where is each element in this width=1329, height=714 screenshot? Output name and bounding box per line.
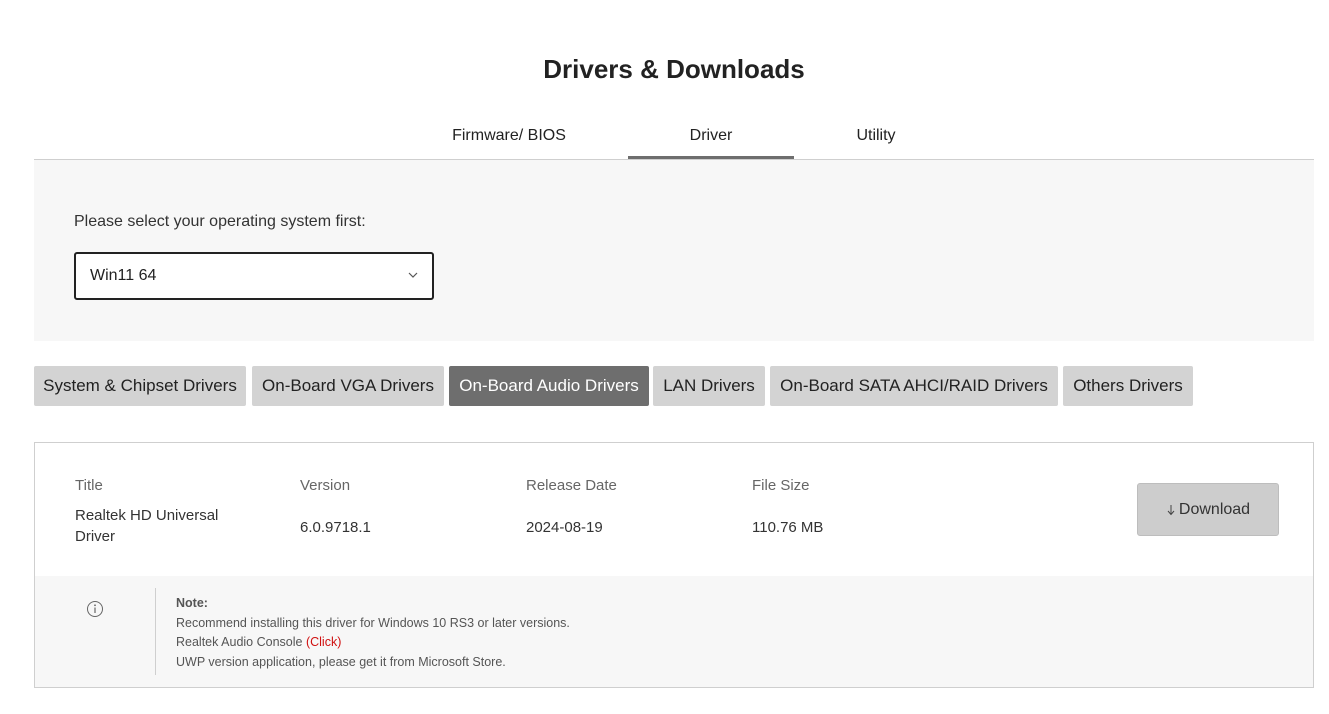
category-lan[interactable]: LAN Drivers <box>653 366 765 406</box>
header-file-size: File Size <box>752 477 810 494</box>
page-title: Drivers & Downloads <box>543 54 805 84</box>
os-select-label: Please select your operating system firs… <box>74 213 366 230</box>
driver-note: Note: Recommend installing this driver f… <box>35 576 1313 687</box>
note-divider <box>155 588 156 675</box>
tab-firmware-bios[interactable]: Firmware/ BIOS <box>438 116 580 159</box>
category-onboard-audio[interactable]: On-Board Audio Drivers <box>449 366 649 406</box>
note-line-2-text: Realtek Audio Console <box>176 635 306 649</box>
driver-title-line2: Driver <box>75 528 115 545</box>
category-sata-ahci-raid[interactable]: On-Board SATA AHCI/RAID Drivers <box>770 366 1058 406</box>
note-line-2: Realtek Audio Console (Click) <box>176 633 570 653</box>
header-release-date: Release Date <box>526 477 617 494</box>
driver-release-date: 2024-08-19 <box>526 519 603 536</box>
driver-title-line1: Realtek HD Universal <box>75 507 219 524</box>
category-system-chipset[interactable]: System & Chipset Drivers <box>34 366 246 406</box>
header-title: Title <box>75 477 103 494</box>
header-version: Version <box>300 477 351 494</box>
note-line-1: Recommend installing this driver for Win… <box>176 615 570 630</box>
tab-utility[interactable]: Utility <box>794 116 958 159</box>
driver-version: 6.0.9718.1 <box>300 519 371 536</box>
category-others[interactable]: Others Drivers <box>1063 366 1193 406</box>
driver-file-size: 110.76 MB <box>752 519 824 536</box>
tab-bar: Firmware/ BIOS Driver Utility <box>34 116 1314 160</box>
chevron-down-icon <box>408 272 418 278</box>
info-icon <box>87 601 103 617</box>
download-button-label: Download <box>1178 500 1251 518</box>
note-line-3: UWP version application, please get it f… <box>176 654 506 669</box>
os-select-dropdown[interactable]: Win11 64 <box>74 252 434 300</box>
realtek-audio-console-link[interactable]: (Click) <box>306 635 341 649</box>
note-text: Note: Recommend installing this driver f… <box>176 594 570 672</box>
note-title: Note: <box>176 596 208 610</box>
tab-driver[interactable]: Driver <box>628 116 794 159</box>
driver-card: Title Version Release Date File Size Rea… <box>34 442 1314 688</box>
download-button[interactable]: Download <box>1137 483 1279 536</box>
os-select-value: Win11 64 <box>90 267 157 284</box>
os-selection-panel: Please select your operating system firs… <box>34 160 1314 341</box>
category-onboard-vga[interactable]: On-Board VGA Drivers <box>252 366 444 406</box>
driver-title: Realtek HD Universal Driver <box>75 505 218 547</box>
download-arrow-icon <box>1167 504 1175 515</box>
